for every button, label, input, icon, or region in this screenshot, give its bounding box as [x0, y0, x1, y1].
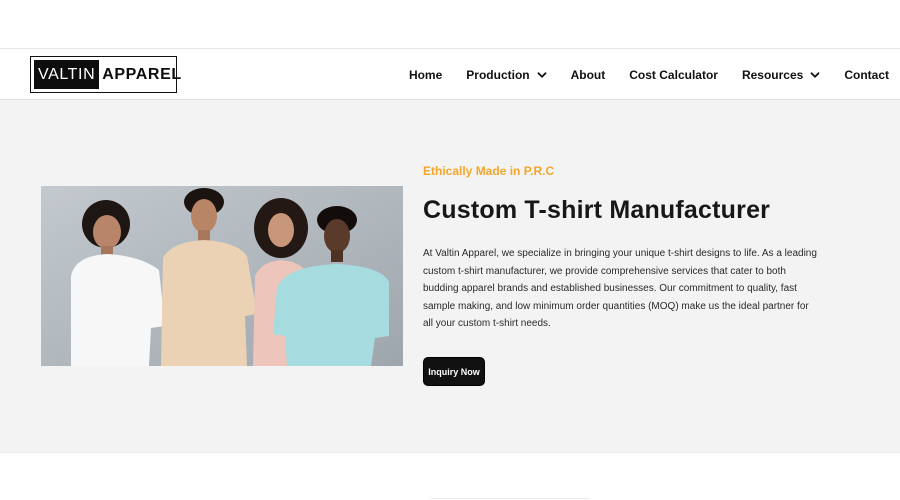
site-logo[interactable]: VALTIN APPAREL: [30, 56, 181, 93]
chevron-down-icon: [537, 71, 547, 78]
logo-text-valtin: VALTIN: [34, 60, 100, 89]
nav-item-resources[interactable]: Resources: [742, 68, 820, 82]
hero-eyebrow: Ethically Made in P.R.C: [423, 164, 555, 178]
hero-description: At Valtin Apparel, we specialize in brin…: [423, 248, 817, 329]
nav-label: Contact: [844, 67, 889, 82]
next-section: [0, 452, 900, 500]
inquiry-now-button[interactable]: Inquiry Now: [423, 357, 485, 386]
nav-label: Production: [466, 67, 530, 82]
hero-section: Ethically Made in P.R.C Custom T-shirt M…: [0, 100, 900, 452]
nav-item-about[interactable]: About: [571, 68, 606, 82]
logo-text-apparel: APPAREL: [102, 65, 182, 83]
nav-item-home[interactable]: Home: [409, 68, 442, 82]
nav-label: Home: [408, 67, 443, 82]
nav-item-contact[interactable]: Contact: [844, 68, 889, 82]
nav-item-cost-calculator[interactable]: Cost Calculator: [629, 68, 718, 82]
models-illustration: [41, 186, 403, 366]
hero-title: Custom T-shirt Manufacturer: [423, 196, 771, 224]
top-strip: [0, 0, 900, 49]
main-nav: Home Production About Cost Calculator Re…: [385, 49, 889, 100]
nav-label: Resources: [741, 67, 804, 82]
button-label: Inquiry Now: [428, 366, 480, 377]
nav-item-production[interactable]: Production: [466, 67, 547, 82]
nav-label: Cost Calculator: [629, 67, 718, 82]
divider: [430, 498, 590, 499]
site-header: VALTIN APPAREL Home Production About Cos…: [0, 49, 900, 100]
chevron-down-icon: [810, 71, 820, 78]
hero-image: [41, 186, 403, 366]
nav-label: About: [570, 67, 606, 82]
